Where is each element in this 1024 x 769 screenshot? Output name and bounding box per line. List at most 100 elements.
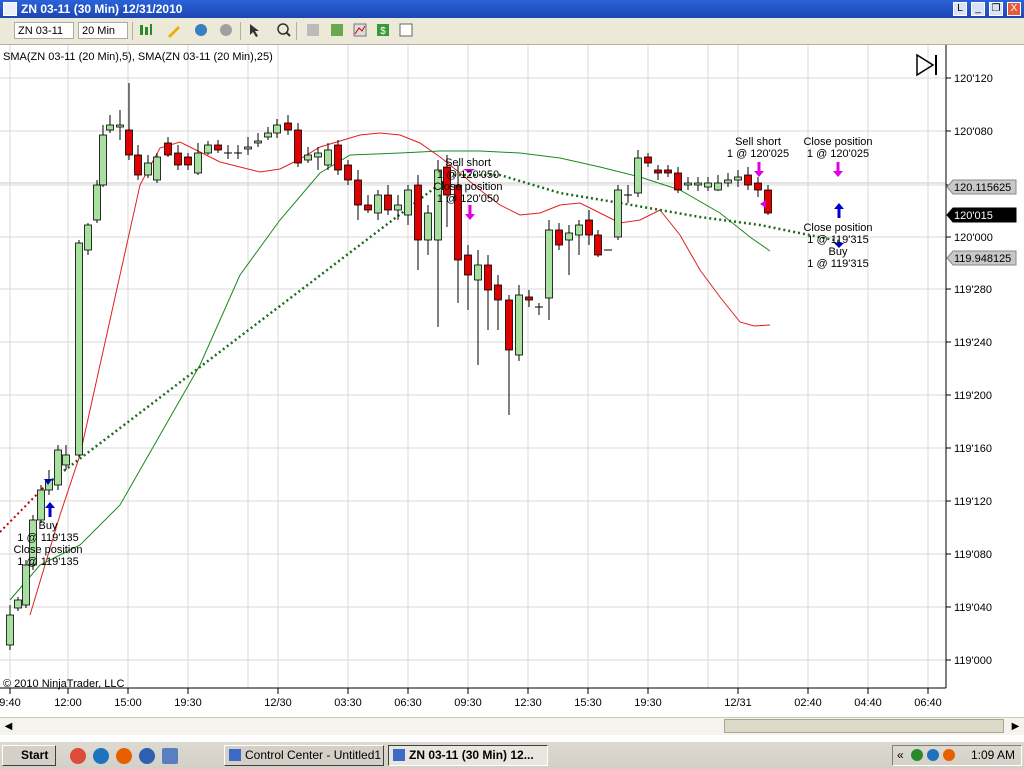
zoom-icon[interactable]	[276, 22, 292, 38]
chart-panel[interactable]: 120'120120'080120'040120'000119'280119'2…	[0, 45, 1024, 717]
candle-body	[22, 564, 30, 606]
candlestick	[535, 303, 543, 315]
candle-body	[14, 599, 22, 609]
y-tick-label: 119'040	[954, 602, 992, 614]
properties-icon[interactable]	[305, 22, 321, 38]
firefox-icon[interactable]	[116, 748, 132, 764]
interval-select[interactable]: 20 Min	[78, 22, 128, 39]
start-button[interactable]: Start	[2, 745, 56, 766]
y-tick-label: 119'080	[954, 549, 992, 561]
x-tick-label: 02:40	[794, 697, 822, 709]
candle-body	[324, 149, 332, 166]
y-tick-label: 119'000	[954, 655, 992, 667]
candlestick	[614, 185, 622, 240]
horizontal-scrollbar[interactable]: ◀ ▶	[0, 717, 1024, 735]
minimize-button[interactable]: _	[971, 2, 985, 16]
candle-body	[54, 449, 62, 486]
y-tick-label: 119'240	[954, 337, 992, 349]
network-icon[interactable]	[911, 749, 923, 761]
candle-body	[555, 229, 563, 246]
trade-label: Buy	[829, 246, 848, 258]
price-marker: 120'015	[946, 207, 1017, 223]
trade-label: 1 @ 120'050	[437, 193, 499, 205]
candlestick	[624, 185, 632, 203]
scroll-thumb[interactable]	[724, 719, 1004, 733]
candlestick	[734, 170, 742, 187]
task-chart-window[interactable]: ZN 03-11 (30 Min) 12...	[388, 745, 548, 766]
candle-body	[214, 144, 222, 151]
candle-body	[344, 164, 352, 181]
buy-arrow-icon	[834, 203, 844, 218]
candlestick	[414, 175, 422, 270]
price-chart[interactable]: 120'120120'080120'040120'000119'280119'2…	[0, 45, 1024, 717]
chrome-icon[interactable]	[70, 748, 86, 764]
trade-label: Sell short	[735, 136, 781, 148]
y-tick-label: 119'160	[954, 443, 992, 455]
messenger-tray-icon[interactable]	[927, 749, 939, 761]
trade-label: Close position	[13, 544, 82, 556]
candle-body	[714, 182, 722, 191]
strategy-icon[interactable]	[218, 22, 234, 38]
candle-body	[474, 264, 482, 281]
candlestick	[334, 140, 342, 175]
instrument-select[interactable]: ZN 03-11	[14, 22, 74, 39]
arrow-head	[834, 203, 844, 209]
task-control-center[interactable]: Control Center - Untitled1	[224, 745, 384, 766]
candle-body	[464, 254, 472, 276]
candle-body	[744, 174, 752, 186]
maximize-button[interactable]: ❐	[989, 2, 1003, 16]
candlestick	[244, 137, 252, 155]
candle-body	[37, 489, 45, 521]
candle-body	[704, 182, 712, 188]
update-icon[interactable]	[943, 749, 955, 761]
candle-body	[254, 140, 262, 144]
scroll-left-icon[interactable]: ◀	[1, 719, 16, 734]
candlestick	[354, 170, 362, 220]
candle-body	[594, 234, 602, 256]
pointer-icon[interactable]	[247, 22, 263, 38]
line-chart-icon[interactable]	[352, 22, 368, 38]
candlestick	[525, 290, 533, 307]
close-button[interactable]: X	[1007, 2, 1021, 16]
candle-body	[724, 179, 732, 184]
y-tick-label: 119'120	[954, 496, 992, 508]
data-box-icon[interactable]	[329, 22, 345, 38]
buy-arrow-icon	[45, 502, 55, 517]
x-tick-label: 15:30	[574, 697, 602, 709]
candle-body	[694, 182, 702, 186]
arrow-shaft	[468, 205, 472, 214]
candlestick	[294, 123, 302, 167]
window-linking-icon[interactable]	[398, 22, 414, 38]
trade-label: 1 @ 120'025	[807, 148, 869, 160]
dollar-icon[interactable]: $	[375, 22, 391, 38]
indicator-label: SMA(ZN 03-11 (20 Min),5), SMA(ZN 03-11 (…	[3, 51, 273, 63]
candle-body	[734, 176, 742, 181]
candlestick	[744, 167, 752, 190]
price-marker-label: 120'015	[954, 210, 993, 222]
scroll-right-icon[interactable]: ▶	[1008, 719, 1023, 734]
messenger-icon[interactable]	[139, 748, 155, 764]
start-label: Start	[21, 748, 49, 762]
candlestick	[116, 110, 124, 140]
candlestick	[314, 147, 322, 170]
candlestick	[474, 250, 482, 365]
candlestick	[264, 127, 272, 140]
candlestick	[184, 153, 192, 170]
show-desktop-icon[interactable]	[162, 748, 178, 764]
candle-body	[565, 232, 573, 241]
ie-icon[interactable]	[93, 748, 109, 764]
draw-pencil-icon[interactable]	[166, 22, 182, 38]
trade-label: 1 @ 119'315	[807, 234, 868, 246]
candlestick	[494, 275, 502, 330]
candle-body	[6, 614, 14, 646]
candle-body	[164, 142, 172, 156]
candlestick	[284, 115, 292, 135]
arrow-head	[465, 214, 475, 220]
tray-expand-icon[interactable]: «	[897, 746, 904, 765]
lock-button[interactable]: L	[953, 2, 967, 16]
candlestick	[484, 255, 492, 330]
candlestick	[6, 605, 14, 650]
candlestick	[174, 145, 182, 170]
add-indicator-icon[interactable]	[193, 22, 209, 38]
chart-style-icon[interactable]	[138, 22, 154, 38]
